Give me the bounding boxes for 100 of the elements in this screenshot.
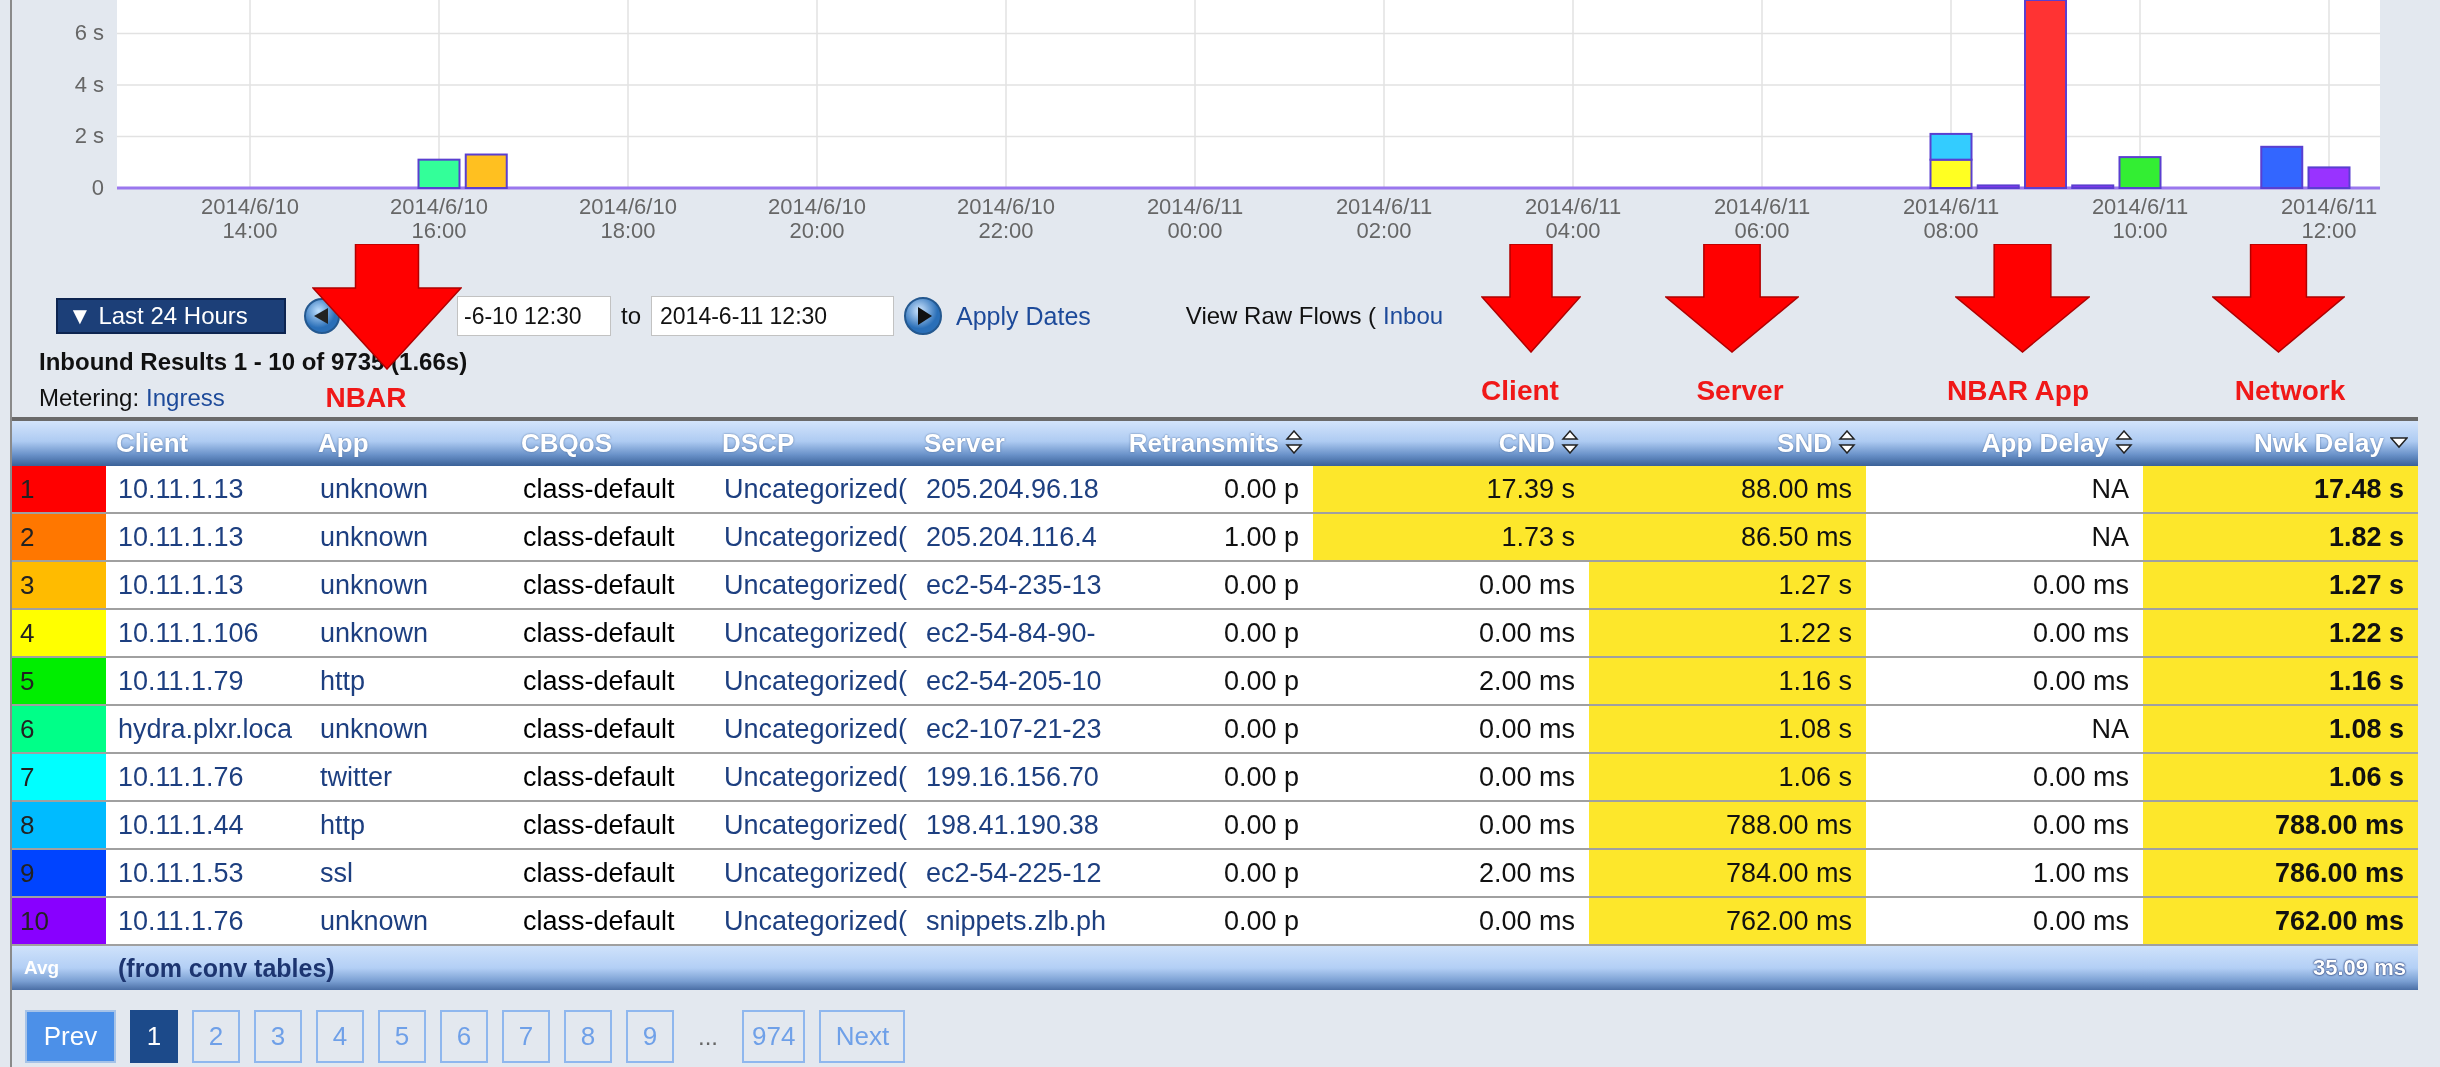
table-cell[interactable]: ec2-54-235-13 (914, 561, 1114, 609)
date-field[interactable]: -6-10 12:30 (457, 296, 611, 336)
table-cell[interactable]: 198.41.190.38 (914, 801, 1114, 849)
table-cell[interactable]: snippets.zlb.ph (914, 897, 1114, 945)
sort-icon[interactable] (2115, 430, 2133, 454)
table-cell[interactable]: Uncategorized( (712, 897, 914, 945)
date-field[interactable]: 2014-6-11 12:30 (651, 296, 894, 336)
table-cell: 1.22 s (2143, 609, 2418, 657)
metering-link[interactable]: Ingress (146, 384, 225, 412)
table-cell[interactable]: 10.11.1.53 (106, 849, 308, 897)
table-cell[interactable]: hydra.plxr.loca (106, 705, 308, 753)
bar (417, 158, 461, 189)
table-cell: 1.16 s (2143, 657, 2418, 705)
table-cell: 0.00 ms (1313, 561, 1589, 609)
table-cell: 1.22 s (1589, 609, 1866, 657)
table-cell[interactable]: Uncategorized( (712, 753, 914, 801)
table-cell[interactable]: 10.11.1.13 (106, 466, 308, 513)
ellipsis: ... (698, 1022, 718, 1051)
table-cell: 784.00 ms (1589, 849, 1866, 897)
avg-label: Avg (12, 945, 106, 990)
table-cell: 788.00 ms (1589, 801, 1866, 849)
table-cell[interactable]: unknown (308, 561, 511, 609)
annotation-label: Network (2234, 375, 2346, 407)
tick-label: 2014/6/10 22:00 (957, 194, 1055, 243)
table-cell[interactable]: unknown (308, 513, 511, 561)
tick-label: 2 s (74, 123, 104, 149)
table-cell[interactable]: 10.11.1.76 (106, 897, 308, 945)
table-cell[interactable]: Uncategorized( (712, 466, 914, 513)
table-cell[interactable]: 10.11.1.76 (106, 753, 308, 801)
table-cell: 0.00 ms (1866, 801, 2143, 849)
table-cell[interactable]: http (308, 801, 511, 849)
table-cell: 762.00 ms (2143, 897, 2418, 945)
metering-label: Metering: (39, 384, 140, 412)
annotation-label: NBAR App (1946, 375, 2090, 407)
table-cell: 2.00 ms (1313, 657, 1589, 705)
table-cell[interactable]: Uncategorized( (712, 561, 914, 609)
rank-cell: 6 (12, 705, 106, 753)
table-cell[interactable]: ec2-54-84-90- (914, 609, 1114, 657)
table-cell: 786.00 ms (2143, 849, 2418, 897)
table-cell: 0.00 p (1114, 609, 1313, 657)
table-cell[interactable]: unknown (308, 705, 511, 753)
table-cell: 1.27 s (1589, 561, 1866, 609)
table-cell[interactable]: 10.11.1.13 (106, 513, 308, 561)
time-range-dropdown[interactable]: ▼ Last 24 Hours (56, 298, 286, 334)
table-cell[interactable]: Uncategorized( (712, 801, 914, 849)
table-cell[interactable]: ec2-54-205-10 (914, 657, 1114, 705)
table-cell: class-default (511, 849, 712, 897)
table-cell: 788.00 ms (2143, 801, 2418, 849)
play-icon[interactable] (903, 296, 943, 336)
sort-icon[interactable] (1561, 430, 1579, 454)
table-cell[interactable]: 205.204.116.4 (914, 513, 1114, 561)
table-cell: 0.00 p (1114, 466, 1313, 513)
table-cell: 1.08 s (1589, 705, 1866, 753)
table-cell: 1.73 s (1313, 513, 1589, 561)
bar (2071, 184, 2115, 189)
tick-label: 2014/6/11 04:00 (1524, 194, 1622, 243)
tick-label: 2014/6/11 06:00 (1713, 194, 1811, 243)
apply-dates-link[interactable]: Apply Dates (956, 301, 1091, 331)
tick-label: 2014/6/11 08:00 (1902, 194, 2000, 243)
table-cell: 762.00 ms (1589, 897, 1866, 945)
table-cell[interactable]: 10.11.1.106 (106, 609, 308, 657)
table-cell: 0.00 ms (1313, 609, 1589, 657)
table-cell: 0.00 ms (1866, 753, 2143, 801)
table-cell[interactable]: 10.11.1.13 (106, 561, 308, 609)
bar (464, 153, 508, 189)
table-cell[interactable]: Uncategorized( (712, 513, 914, 561)
table-cell[interactable]: unknown (308, 466, 511, 513)
sort-icon[interactable] (1838, 430, 1856, 454)
table-cell[interactable]: Uncategorized( (712, 705, 914, 753)
tick-label: 0 (91, 175, 104, 200)
page-button[interactable]: 1 (130, 1010, 178, 1063)
table-cell[interactable]: 205.204.96.18 (914, 466, 1114, 513)
bar (2307, 166, 2351, 189)
table-cell[interactable]: Uncategorized( (712, 609, 914, 657)
table-cell[interactable]: twitter (308, 753, 511, 801)
annotation-label: Server (1696, 375, 1784, 407)
tick-label: 2014/6/10 18:00 (579, 194, 677, 243)
table-cell[interactable]: unknown (308, 897, 511, 945)
tick-label: 2014/6/11 10:00 (2091, 194, 2189, 243)
table-cell: 0.00 ms (1313, 801, 1589, 849)
table-cell[interactable]: http (308, 657, 511, 705)
table-cell[interactable]: ec2-107-21-23 (914, 705, 1114, 753)
table-cell[interactable]: 10.11.1.79 (106, 657, 308, 705)
tick-label: 2014/6/11 12:00 (2280, 194, 2378, 243)
table-cell: 1.16 s (1589, 657, 1866, 705)
inbound-link[interactable]: Inbou (1383, 302, 1444, 330)
table-cell: 17.48 s (2143, 466, 2418, 513)
table-cell[interactable]: ec2-54-225-12 (914, 849, 1114, 897)
table-cell[interactable]: 199.16.156.70 (914, 753, 1114, 801)
rank-cell: 2 (12, 513, 106, 561)
table-cell: 0.00 ms (1866, 561, 2143, 609)
rank-cell: 8 (12, 801, 106, 849)
table-cell: class-default (511, 466, 712, 513)
table-cell[interactable]: 10.11.1.44 (106, 801, 308, 849)
sort-icon[interactable] (1285, 430, 1303, 454)
table-cell[interactable]: Uncategorized( (712, 849, 914, 897)
table-cell[interactable]: Uncategorized( (712, 657, 914, 705)
table-cell[interactable]: unknown (308, 609, 511, 657)
table-cell[interactable]: ssl (308, 849, 511, 897)
bar (1929, 158, 1973, 189)
